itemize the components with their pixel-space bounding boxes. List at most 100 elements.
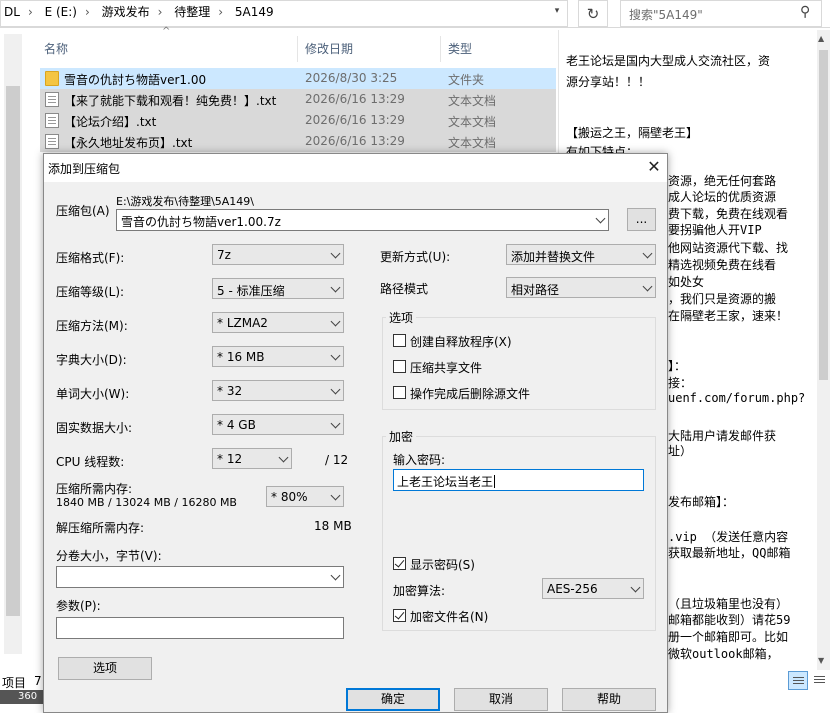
shared-checkbox[interactable]: [393, 360, 406, 373]
column-name[interactable]: 名称: [44, 40, 68, 57]
format-label: 压缩格式(F):: [56, 251, 125, 265]
update-value: 添加并替换文件: [511, 250, 596, 264]
chevron-down-icon: [332, 384, 339, 396]
archive-name-combo[interactable]: 雪音の仇討ち物語ver1.00.7z: [116, 209, 609, 231]
file-row[interactable]: 【永久地址发布页】.txt 2026/6/16 13:29 文本文档: [40, 131, 556, 152]
params-input[interactable]: [56, 617, 344, 639]
browse-button[interactable]: ...: [627, 208, 656, 231]
breadcrumb-current[interactable]: 5A149: [235, 5, 274, 19]
level-select[interactable]: 5 - 标准压缩: [212, 278, 344, 299]
show-password-label[interactable]: 显示密码(S): [410, 556, 475, 573]
file-type: 文本文档: [448, 136, 497, 150]
preview-line: （且垃圾箱里也没有）: [668, 597, 789, 611]
password-value: 上老王论坛当老王: [397, 473, 496, 490]
chevron-right-icon: ›: [84, 5, 90, 19]
solid-select[interactable]: * 4 GB: [212, 414, 344, 435]
file-type: 文本文档: [448, 94, 497, 108]
preview-line: 他网站资源代下载、找: [668, 241, 789, 255]
update-label: 更新方式(U):: [380, 250, 451, 264]
preview-line: 册一个邮箱即可。比如: [668, 630, 789, 644]
column-date[interactable]: 修改日期: [305, 40, 353, 57]
refresh-icon[interactable]: ↻: [578, 0, 608, 27]
params-label: 参数(P):: [56, 599, 101, 613]
breadcrumb-games[interactable]: 游戏发布: [102, 5, 150, 19]
scroll-up-icon[interactable]: ▲: [818, 34, 824, 43]
text-caret: [494, 475, 496, 488]
search-icon[interactable]: ⚲: [800, 4, 810, 20]
preview-line: 费下载，免费在线观看: [668, 207, 789, 221]
path-mode-label: 路径模式: [380, 282, 429, 296]
dict-select[interactable]: * 16 MB: [212, 346, 344, 367]
chevron-right-icon: ›: [218, 5, 224, 19]
chevron-down-icon[interactable]: [597, 213, 604, 225]
column-divider[interactable]: [440, 36, 441, 62]
preview-line: 发布邮箱】：: [668, 495, 735, 509]
sfx-label[interactable]: 创建自释放程序(X): [410, 333, 512, 350]
chevron-down-icon[interactable]: [332, 570, 339, 582]
large-icons-view-icon[interactable]: [810, 671, 828, 690]
shared-label[interactable]: 压缩共享文件: [410, 359, 482, 376]
update-select[interactable]: 添加并替换文件: [506, 244, 656, 265]
method-select[interactable]: * LZMA2: [212, 312, 344, 333]
breadcrumb-drive[interactable]: E (E:): [45, 5, 77, 19]
show-password-checkbox[interactable]: [393, 557, 406, 570]
word-value: * 32: [217, 384, 243, 398]
scroll-down-icon[interactable]: ▼: [818, 656, 824, 665]
archive-label: 压缩包(A): [56, 204, 110, 218]
cpu-select[interactable]: * 12: [212, 448, 292, 469]
preview-line: 源分享站！！！: [566, 75, 651, 89]
preview-scroll-thumb[interactable]: [819, 50, 828, 380]
ok-button[interactable]: 确定: [346, 688, 440, 711]
dialog-titlebar[interactable]: [44, 154, 667, 182]
options-button[interactable]: 选项: [58, 657, 152, 680]
preview-line: 邮箱都能收到）请花59: [668, 613, 791, 627]
cancel-button[interactable]: 取消: [454, 688, 548, 711]
nav-scroll-thumb[interactable]: [6, 86, 20, 616]
solid-value: * 4 GB: [217, 418, 256, 432]
details-view-icon[interactable]: [788, 671, 808, 690]
encrypt-names-checkbox[interactable]: [393, 609, 406, 622]
file-row[interactable]: 【来了就能下载和观看！纯免费！】.txt 2026/6/16 13:29 文本文…: [40, 89, 556, 110]
decomp-label: 解压缩所需内存:: [56, 521, 145, 535]
cpu-value: * 12: [217, 452, 243, 466]
help-button[interactable]: 帮助: [562, 688, 656, 711]
mem-value: 1840 MB / 13024 MB / 16280 MB: [56, 496, 237, 509]
encrypt-names-label[interactable]: 加密文件名(N): [410, 608, 488, 625]
mem-percent-select[interactable]: * 80%: [266, 486, 344, 507]
format-value: 7z: [217, 248, 231, 262]
chevron-down-icon: [332, 316, 339, 328]
preview-line: 在隔壁老王家，速来！: [668, 309, 789, 323]
sfx-checkbox[interactable]: [393, 334, 406, 347]
taskbar-app[interactable]: 360: [0, 690, 44, 704]
delete-source-label[interactable]: 操作完成后删除源文件: [410, 385, 530, 402]
file-type: 文本文档: [448, 115, 497, 129]
archive-name-value: 雪音の仇討ち物語ver1.00.7z: [121, 215, 281, 229]
split-combo[interactable]: [56, 566, 344, 588]
enc-method-select[interactable]: AES-256: [542, 578, 644, 599]
status-count: 7: [34, 674, 42, 688]
column-divider[interactable]: [297, 36, 298, 62]
column-type[interactable]: 类型: [448, 40, 472, 57]
word-label: 单词大小(W):: [56, 387, 130, 401]
level-value: 5 - 标准压缩: [217, 284, 285, 298]
password-input[interactable]: 上老王论坛当老王: [393, 469, 644, 491]
preview-line: 资源，绝无任何套路: [668, 174, 777, 188]
file-row[interactable]: 雪音の仇討ち物語ver1.00 2026/8/30 3:25 文件夹: [40, 68, 556, 89]
dialog-title: 添加到压缩包: [48, 162, 121, 176]
file-row[interactable]: 【论坛介绍】.txt 2026/6/16 13:29 文本文档: [40, 110, 556, 131]
close-icon[interactable]: ✕: [642, 156, 666, 178]
chevron-right-icon: ›: [157, 5, 163, 19]
format-select[interactable]: 7z: [212, 244, 344, 265]
dict-label: 字典大小(D):: [56, 353, 127, 367]
breadcrumb-pending[interactable]: 待整理: [174, 5, 210, 19]
chevron-right-icon: ›: [27, 5, 33, 19]
path-mode-select[interactable]: 相对路径: [506, 277, 656, 298]
chevron-down-icon[interactable]: ▾: [550, 6, 564, 20]
word-select[interactable]: * 32: [212, 380, 344, 401]
delete-source-checkbox[interactable]: [393, 386, 406, 399]
file-date: 2026/8/30 3:25: [305, 71, 398, 85]
preview-line: 址）: [668, 444, 693, 458]
breadcrumb-dl[interactable]: DL: [4, 5, 20, 19]
options-group-title: 选项: [386, 309, 417, 326]
chevron-down-icon: [644, 281, 651, 293]
